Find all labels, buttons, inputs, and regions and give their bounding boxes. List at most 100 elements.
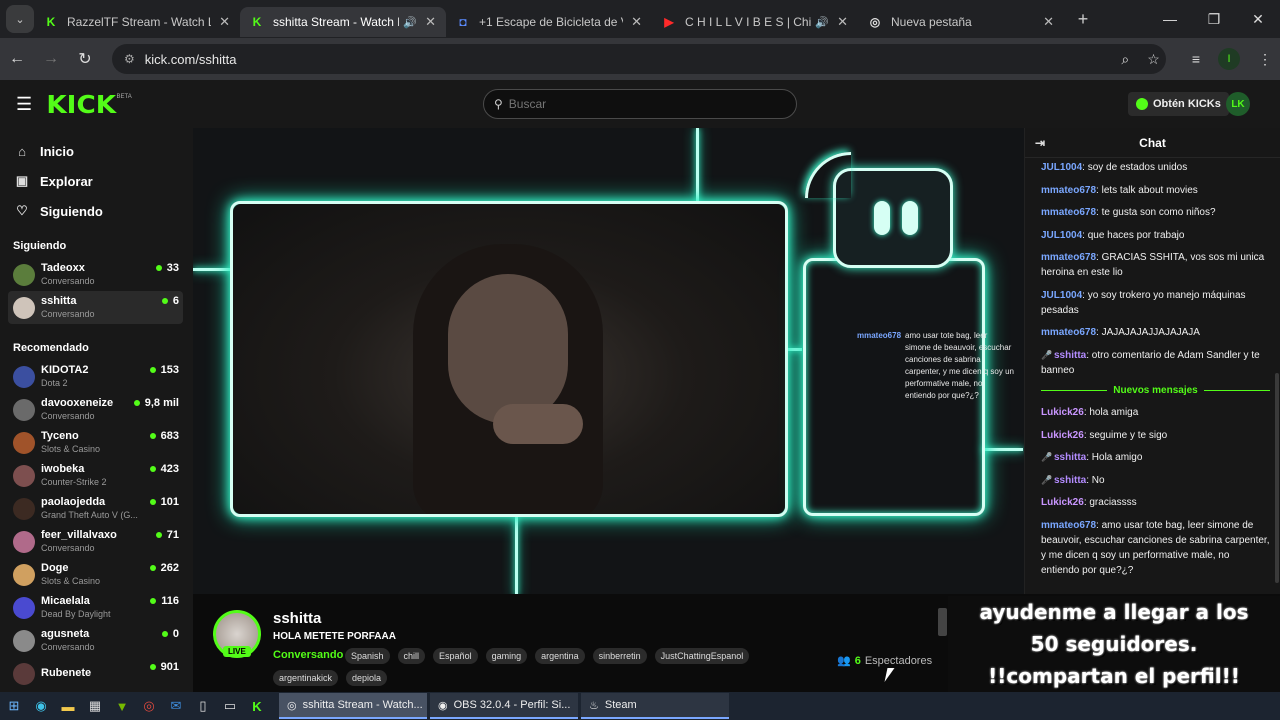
sidebar-nav-1[interactable]: ▣ Explorar xyxy=(0,166,193,196)
stream-category[interactable]: Conversando xyxy=(273,649,343,661)
chat-username[interactable]: sshitta xyxy=(1054,452,1086,463)
divider-line xyxy=(1041,390,1108,391)
overlay-chat-text: amo usar tote bag, leer simone de beauvo… xyxy=(905,331,1014,400)
monitor-app-icon[interactable]: ▭ xyxy=(217,693,243,719)
live-dot-icon xyxy=(149,499,156,505)
search-box[interactable]: ⚲ xyxy=(483,89,797,119)
stream-tag[interactable]: JustChattingEspanol xyxy=(654,648,750,664)
chat-username[interactable]: Lukick26 xyxy=(1041,430,1084,441)
browser-tab[interactable]: Ksshitta Stream - Watch Live 🔊 ✕ xyxy=(240,7,446,37)
streamer-name[interactable]: sshitta xyxy=(273,610,321,627)
sidebar-nav-2[interactable]: ♡ Siguiendo xyxy=(0,196,193,226)
taskbar-task[interactable]: ◉ OBS 32.0.4 - Perfil: Si... xyxy=(430,693,578,719)
channel-item[interactable]: Tadeoxx Conversando 33 xyxy=(0,258,193,291)
channel-item[interactable]: paolaojedda Grand Theft Auto V (G... 101 xyxy=(0,492,193,525)
close-window-button[interactable]: ✕ xyxy=(1236,11,1280,28)
stream-tag[interactable]: Spanish xyxy=(345,648,390,664)
kick-app-icon[interactable]: K xyxy=(244,693,270,719)
get-kicks-label: Obtén KICKs xyxy=(1153,98,1221,110)
channel-category: Dead By Daylight xyxy=(41,609,111,619)
mail-icon[interactable]: ✉ xyxy=(163,693,189,719)
robot-antenna xyxy=(805,152,851,198)
channel-item[interactable]: iwobeka Counter-Strike 2 423 xyxy=(0,459,193,492)
browser-tab[interactable]: ▶ C H I L L V I B E S | Chill 🔊 ✕ xyxy=(652,7,858,37)
notepad-icon[interactable]: ▯ xyxy=(190,693,216,719)
channel-text: Tyceno Slots & Casino xyxy=(41,430,100,455)
stream-tag[interactable]: sinberretin xyxy=(592,648,647,664)
chat-username[interactable]: mmateo678 xyxy=(1041,520,1096,531)
reload-button[interactable]: ↻ xyxy=(68,49,102,69)
maximize-button[interactable]: ❐ xyxy=(1192,11,1236,28)
sidebar-nav-0[interactable]: ⌂ Inicio xyxy=(0,136,193,166)
windows-start-icon[interactable]: ⊞ xyxy=(1,693,27,719)
address-bar[interactable]: ⚙ kick.com/sshitta xyxy=(112,44,1166,74)
site-settings-icon[interactable]: ⚙ xyxy=(124,52,135,66)
chat-username[interactable]: JUL1004 xyxy=(1041,162,1082,173)
back-button[interactable]: ← xyxy=(0,50,34,68)
chat-username[interactable]: JUL1004 xyxy=(1041,230,1082,241)
channel-item[interactable]: davooxeneize Conversando 9,8 mil xyxy=(0,393,193,426)
obs-icon: ◉ xyxy=(438,699,448,712)
chat-username[interactable]: sshitta xyxy=(1054,475,1086,486)
close-tab-icon[interactable]: ✕ xyxy=(219,14,230,30)
channel-item[interactable]: feer_villalvaxo Conversando 71 xyxy=(0,525,193,558)
stream-tag[interactable]: Español xyxy=(433,648,478,664)
kick-logo[interactable]: KICK xyxy=(46,90,116,119)
search-input[interactable] xyxy=(508,97,769,111)
close-tab-icon[interactable]: ✕ xyxy=(1043,14,1054,30)
file-explorer-icon[interactable]: ▬ xyxy=(55,693,81,719)
store-icon[interactable]: ▦ xyxy=(82,693,108,719)
browser-tab[interactable]: ◎ Nueva pestaña ✕ xyxy=(858,7,1064,37)
stream-tag[interactable]: argentina xyxy=(535,648,585,664)
hamburger-menu-icon[interactable]: ☰ xyxy=(16,94,32,115)
kick-icon: K xyxy=(252,15,262,29)
media-control-icon[interactable]: ≡ xyxy=(1192,51,1200,67)
taskbar-task[interactable]: ♨ Steam xyxy=(581,693,729,719)
chat-username[interactable]: Lukick26 xyxy=(1041,497,1084,508)
profile-avatar[interactable]: I xyxy=(1218,48,1240,70)
page-scrollbar-thumb[interactable] xyxy=(938,608,947,636)
chat-username[interactable]: mmateo678 xyxy=(1041,207,1096,218)
close-tab-icon[interactable]: ✕ xyxy=(425,14,436,30)
new-tab-button[interactable]: + xyxy=(1070,9,1096,30)
close-tab-icon[interactable]: ✕ xyxy=(837,14,848,30)
chat-username[interactable]: sshitta xyxy=(1054,350,1086,361)
get-kicks-button[interactable]: Obtén KICKs xyxy=(1128,92,1229,116)
channel-item[interactable]: Tyceno Slots & Casino 683 xyxy=(0,426,193,459)
chrome-menu-icon[interactable]: ⋮ xyxy=(1258,51,1272,68)
collapse-chat-icon[interactable]: ⇥ xyxy=(1035,136,1045,150)
audio-playing-icon[interactable]: 🔊 xyxy=(403,16,417,29)
stream-tag[interactable]: gaming xyxy=(485,648,528,664)
video-player[interactable]: mmateo678 amo usar tote bag, leer simone … xyxy=(193,128,1024,594)
tab-search-button[interactable]: ⌄ xyxy=(6,5,34,33)
minimize-button[interactable]: — xyxy=(1148,11,1192,27)
forward-button[interactable]: → xyxy=(34,50,68,68)
channel-item[interactable]: Doge Slots & Casino 262 xyxy=(0,558,193,591)
stream-tag[interactable]: argentinakick xyxy=(273,670,339,686)
channel-item[interactable]: KIDOTA2 Dota 2 153 xyxy=(0,360,193,393)
browser-tab[interactable]: K RazzelTF Stream - Watch Live ✕ xyxy=(34,7,240,37)
chat-username[interactable]: Lukick26 xyxy=(1041,407,1084,418)
edge-icon[interactable]: ◉ xyxy=(28,693,54,719)
chat-username[interactable]: mmateo678 xyxy=(1041,185,1096,196)
stream-tag[interactable]: chill xyxy=(397,648,426,664)
chat-username[interactable]: mmateo678 xyxy=(1041,327,1096,338)
zoom-icon[interactable]: ⌕ xyxy=(1121,51,1129,68)
browser-tab[interactable]: ◘ +1 Escape de Bicicleta de Velocidad ✕ xyxy=(446,7,652,37)
audio-playing-icon[interactable]: 🔊 xyxy=(815,16,829,29)
channel-item[interactable]: agusneta Conversando 0 xyxy=(0,624,193,657)
nvidia-icon[interactable]: ▼ xyxy=(109,693,135,719)
bookmark-star-icon[interactable]: ☆ xyxy=(1147,51,1160,68)
stream-tag[interactable]: depiola xyxy=(346,670,388,686)
close-tab-icon[interactable]: ✕ xyxy=(631,14,642,30)
channel-item[interactable]: Micaelala Dead By Daylight 116 xyxy=(0,591,193,624)
chat-username[interactable]: mmateo678 xyxy=(1041,252,1096,263)
chat-scrollbar[interactable] xyxy=(1275,373,1279,583)
channel-viewer-count: 0 xyxy=(172,628,179,640)
channel-item[interactable]: sshitta Conversando 6 xyxy=(8,291,183,324)
user-avatar[interactable]: LK xyxy=(1226,92,1250,116)
taskbar-task[interactable]: ◎ sshitta Stream - Watch... xyxy=(279,693,427,719)
chrome-taskbar-icon[interactable]: ◎ xyxy=(136,693,162,719)
channel-item[interactable]: Rubenete 901 xyxy=(0,657,193,690)
chat-username[interactable]: JUL1004 xyxy=(1041,290,1082,301)
